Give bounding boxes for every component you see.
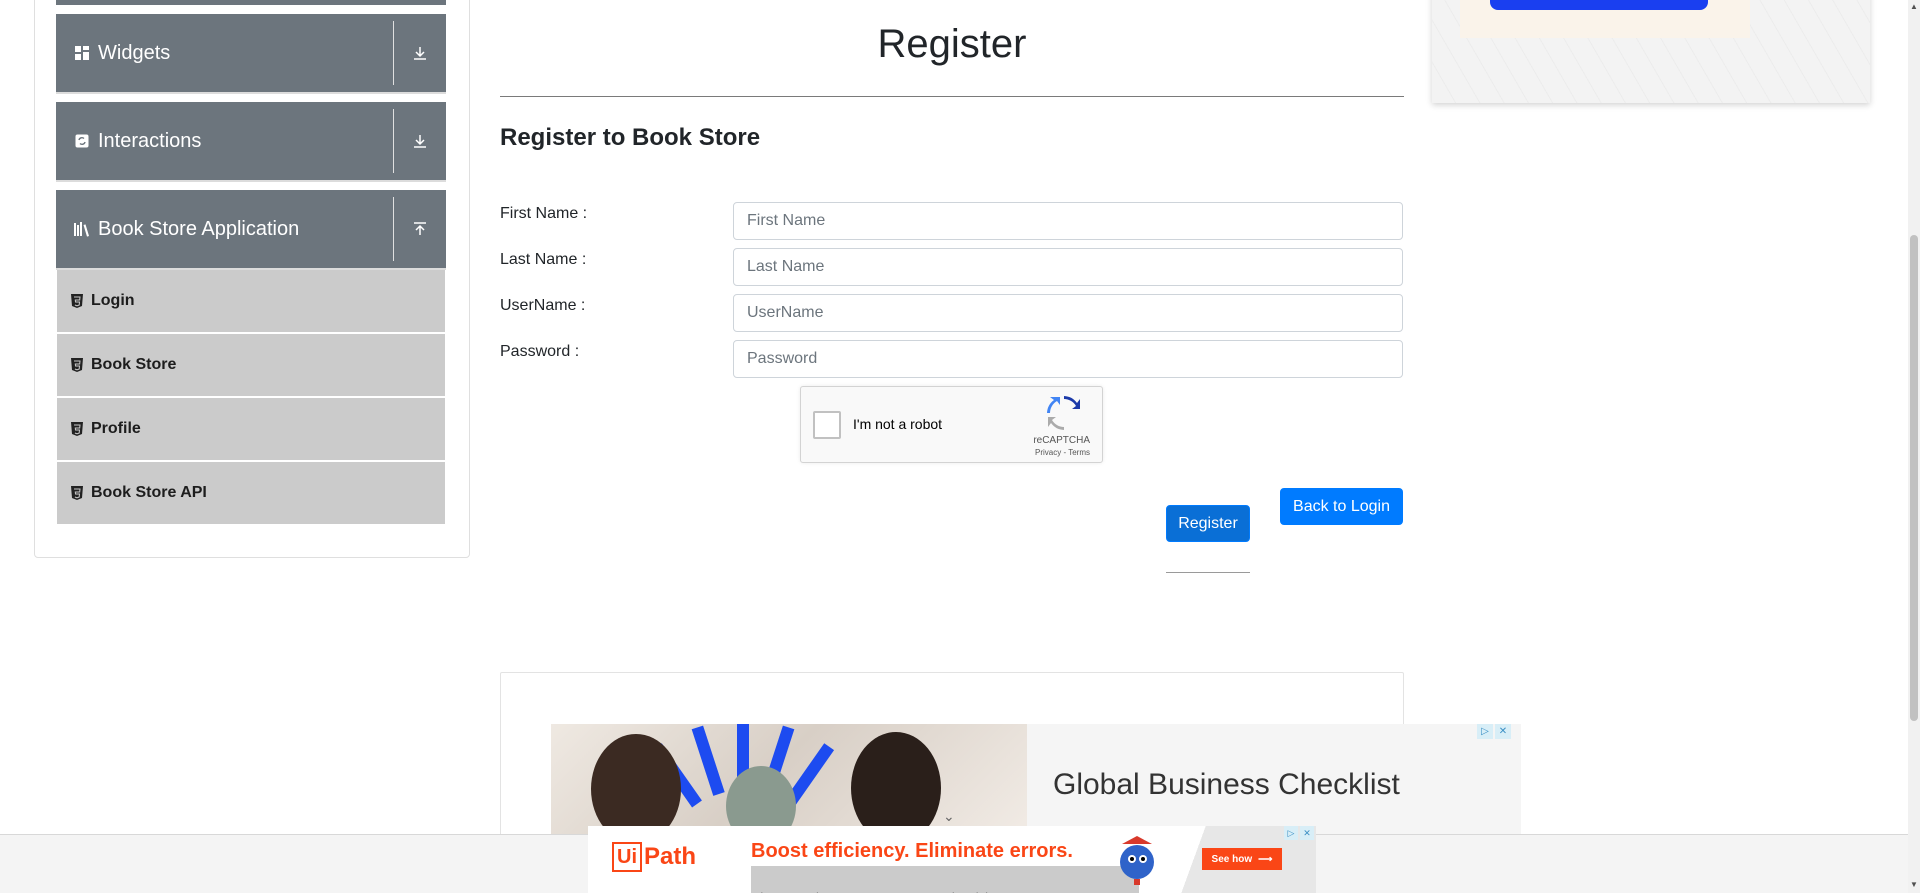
sidebar-item-label: Profile xyxy=(91,420,141,437)
scroll-down-icon[interactable]: ▼ xyxy=(1909,880,1919,890)
arrow-right-icon: ⟶ xyxy=(1258,853,1273,865)
password-label: Password : xyxy=(500,343,580,360)
last-name-input[interactable] xyxy=(733,248,1403,286)
ad-choices: ▷ ✕ xyxy=(1477,724,1511,739)
expand-down-icon[interactable] xyxy=(394,133,446,149)
recaptcha-privacy-terms-link[interactable]: Privacy - Terms xyxy=(1035,448,1090,457)
bottom-ad[interactable]: Ui Path Boost efficiency. Eliminate erro… xyxy=(588,826,1316,893)
last-name-label: Last Name : xyxy=(500,251,587,268)
ad-headline: Global Business Checklist xyxy=(1053,768,1400,801)
recaptcha-checkbox[interactable] xyxy=(813,411,841,439)
ad-ray xyxy=(691,725,725,796)
widgets-grid-icon xyxy=(72,43,92,63)
logo-path: Path xyxy=(644,843,697,870)
close-icon[interactable]: ✕ xyxy=(1495,724,1511,739)
sidebar-group-label: Interactions xyxy=(98,129,202,152)
chevron-down-icon: ⌄ xyxy=(943,808,955,824)
html5-badge-icon xyxy=(71,485,85,501)
scroll-up-icon[interactable]: ▲ xyxy=(1909,2,1919,12)
page: Widgets Interactions Book Store Applicat… xyxy=(0,0,1920,893)
side-ad[interactable] xyxy=(1432,0,1870,103)
robot-mascot-icon xyxy=(1112,832,1162,886)
adchoices-icon[interactable]: ▷ xyxy=(1284,826,1298,840)
books-icon xyxy=(72,219,92,239)
ad-subtext: Discover a better way to automate invoic… xyxy=(751,866,1139,893)
adchoices-icon[interactable]: ▷ xyxy=(1477,724,1493,739)
sidebar-group-interactions[interactable]: Interactions xyxy=(56,102,446,182)
recaptcha-logo-icon xyxy=(1046,395,1082,431)
first-name-input[interactable] xyxy=(733,202,1403,240)
sidebar-item-label: Book Store xyxy=(91,356,177,373)
form-subtitle: Register to Book Store xyxy=(500,124,761,151)
html5-badge-icon xyxy=(71,293,85,309)
sidebar-group-label: Widgets xyxy=(98,41,171,64)
back-to-login-button[interactable]: Back to Login xyxy=(1280,488,1403,525)
expand-down-icon[interactable] xyxy=(394,45,446,61)
uipath-logo: Ui Path xyxy=(612,842,696,872)
page-scrollbar[interactable]: ▲ ▼ xyxy=(1908,0,1920,893)
sidebar-group-collapsed-above[interactable] xyxy=(56,0,446,5)
ad-choices: ▷ ✕ xyxy=(1284,826,1314,840)
html5-badge-icon xyxy=(71,421,85,437)
logo-ui: Ui xyxy=(612,842,642,872)
close-icon[interactable]: ✕ xyxy=(1300,826,1314,840)
first-name-label: First Name : xyxy=(500,205,588,222)
sidebar-group-label: Book Store Application xyxy=(98,217,300,240)
recaptcha-label: I'm not a robot xyxy=(853,416,943,432)
sidebar-group-widgets[interactable]: Widgets xyxy=(56,14,446,94)
sidebar-item-label: Login xyxy=(91,292,135,309)
collapse-up-icon[interactable] xyxy=(394,221,446,237)
see-how-label: See how xyxy=(1211,853,1253,865)
divider xyxy=(1166,572,1250,573)
ad-headline: Boost efficiency. Eliminate errors. xyxy=(751,840,1073,862)
html5-badge-icon xyxy=(71,357,85,373)
scrollbar-thumb[interactable] xyxy=(1910,235,1918,721)
page-title: Register xyxy=(877,22,1027,66)
register-button[interactable]: Register xyxy=(1166,505,1250,542)
recaptcha-widget: I'm not a robot reCAPTCHA Privacy - Term… xyxy=(800,386,1103,463)
sidebar-group-book-store-application[interactable]: Book Store Application xyxy=(56,190,446,270)
sidebar-item-book-store[interactable]: Book Store xyxy=(57,334,445,396)
username-input[interactable] xyxy=(733,294,1403,332)
interactions-icon xyxy=(72,131,92,151)
password-input[interactable] xyxy=(733,340,1403,378)
sidebar-item-label: Book Store API xyxy=(91,484,207,501)
see-how-button[interactable]: See how ⟶ xyxy=(1202,848,1282,870)
sidebar-item-profile[interactable]: Profile xyxy=(57,398,445,460)
recaptcha-brand: reCAPTCHA xyxy=(1033,435,1090,446)
username-label: UserName : xyxy=(500,297,586,314)
sidebar-item-login[interactable]: Login xyxy=(57,270,445,332)
sidebar-item-book-store-api[interactable]: Book Store API xyxy=(57,462,445,524)
ad-cta-button[interactable] xyxy=(1490,0,1708,10)
divider xyxy=(500,96,1404,97)
